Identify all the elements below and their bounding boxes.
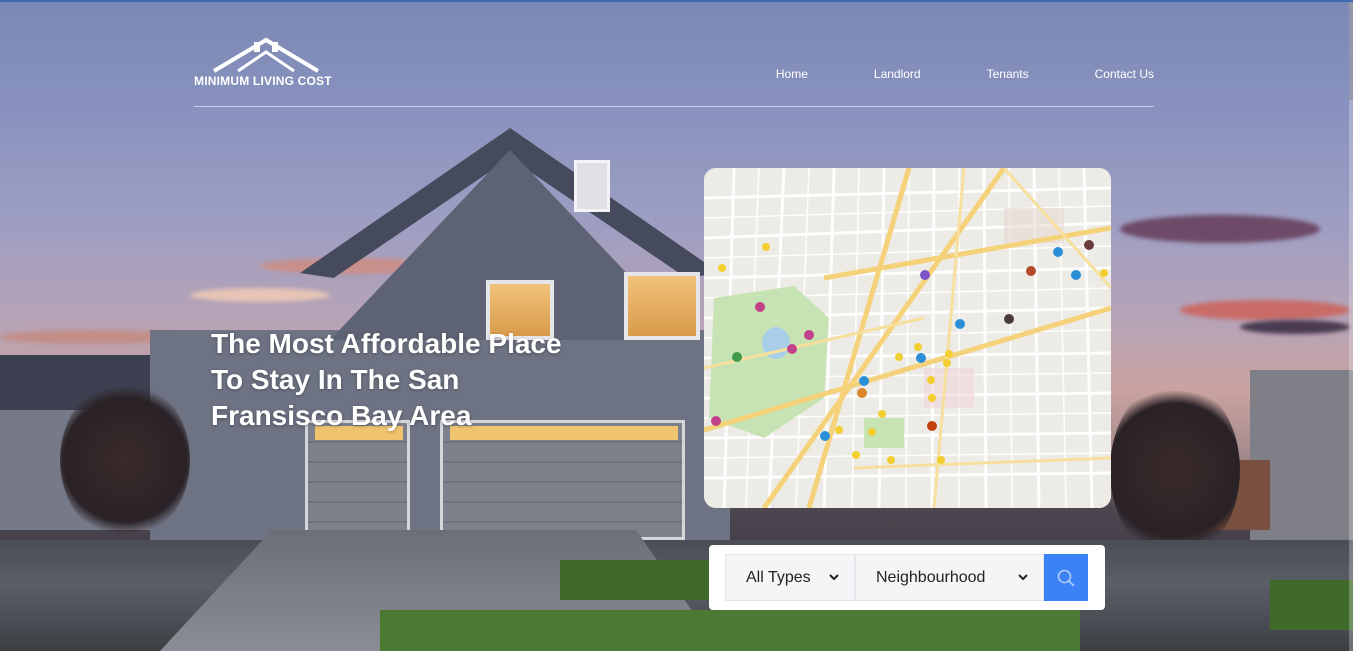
property-search-bar: All Types Neighbourhood: [709, 545, 1105, 610]
property-type-selected-value: All Types: [746, 568, 811, 586]
property-type-select[interactable]: All Types: [725, 554, 855, 601]
search-icon: [1057, 569, 1075, 587]
chevron-down-icon: [1018, 574, 1028, 581]
city-map-image: [704, 168, 1111, 508]
search-button[interactable]: [1044, 554, 1088, 601]
chevron-down-icon: [829, 574, 839, 581]
hero-headline: The Most Affordable Place To Stay In The…: [211, 328, 562, 431]
neighbourhood-selected-value: Neighbourhood: [876, 568, 986, 586]
main-navbar: MINIMUM LIVING COST Home Landlord Tenant…: [194, 30, 1154, 107]
site-logo[interactable]: MINIMUM LIVING COST: [194, 34, 344, 90]
nav-landlord-link[interactable]: Landlord: [874, 67, 921, 81]
neighbourhood-select[interactable]: Neighbourhood: [855, 554, 1044, 601]
scrollbar-thumb[interactable]: [1349, 0, 1353, 100]
nav-links: Home Landlord Tenants Contact Us: [710, 67, 1154, 81]
nav-tenants-link[interactable]: Tenants: [987, 67, 1029, 81]
page-scrollbar[interactable]: [1349, 0, 1353, 651]
nav-home-link[interactable]: Home: [776, 67, 808, 81]
nav-contact-link[interactable]: Contact Us: [1095, 67, 1154, 81]
house-roof-logo-icon: [212, 37, 320, 73]
window-top-border: [0, 0, 1353, 2]
logo-text: MINIMUM LIVING COST: [194, 74, 332, 88]
map-card[interactable]: [704, 168, 1111, 508]
